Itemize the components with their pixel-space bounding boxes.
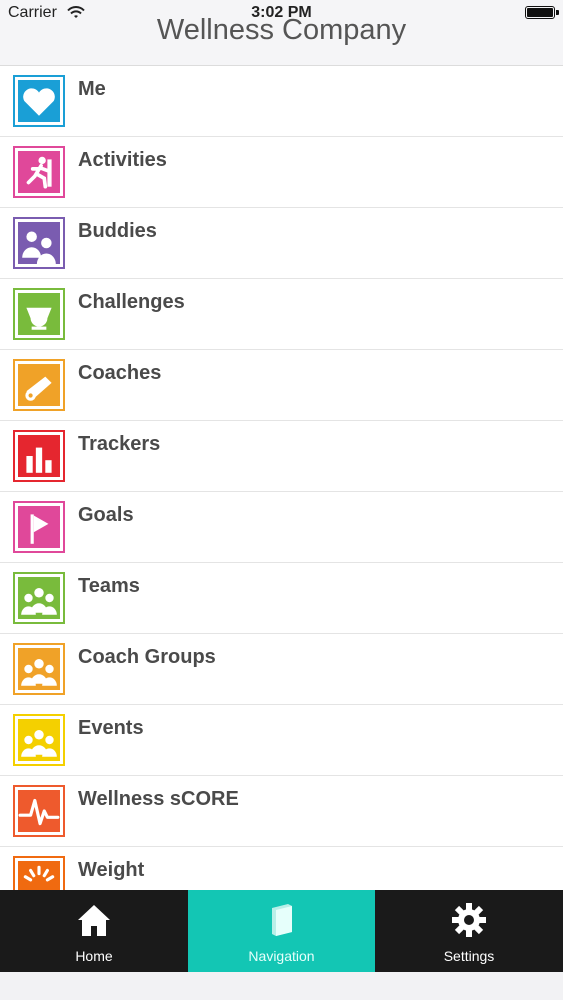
tab-navigation[interactable]: Navigation: [188, 890, 375, 972]
scale-icon: [13, 856, 65, 890]
tab-label: Navigation: [248, 948, 315, 964]
navigation-menu: Me Activities Buddies Challenges Coaches…: [0, 66, 563, 890]
menu-item-label: Goals: [78, 504, 134, 526]
menu-item-me[interactable]: Me: [0, 66, 563, 137]
menu-item-activities[interactable]: Activities: [0, 137, 563, 208]
event-group-icon: [13, 714, 65, 766]
whistle-icon: [13, 359, 65, 411]
tab-label: Home: [75, 948, 113, 964]
menu-item-label: Trackers: [78, 433, 161, 455]
pulse-icon: [13, 785, 65, 837]
flag-icon: [13, 501, 65, 553]
gear-icon: [449, 900, 489, 940]
group-icon: [13, 643, 65, 695]
menu-item-trackers[interactable]: Trackers: [0, 421, 563, 492]
menu-item-label: Wellness sCORE: [78, 788, 239, 810]
menu-item-label: Events: [78, 717, 144, 739]
menu-item-coaches[interactable]: Coaches: [0, 350, 563, 421]
menu-item-label: Buddies: [78, 220, 157, 242]
menu-item-wellness-score[interactable]: Wellness sCORE: [0, 776, 563, 847]
menu-item-label: Me: [78, 78, 106, 100]
tab-bar: Home Navigation Settings: [0, 890, 563, 972]
menu-item-events[interactable]: Events: [0, 705, 563, 776]
menu-item-buddies[interactable]: Buddies: [0, 208, 563, 279]
tab-settings[interactable]: Settings: [375, 890, 563, 972]
bar-chart-icon: [13, 430, 65, 482]
menu-item-goals[interactable]: Goals: [0, 492, 563, 563]
menu-item-label: Activities: [78, 149, 167, 171]
page-title: Wellness Company: [156, 14, 407, 46]
runner-icon: [13, 146, 65, 198]
menu-item-label: Coach Groups: [78, 646, 216, 668]
menu-item-label: Teams: [78, 575, 140, 597]
menu-item-label: Coaches: [78, 362, 162, 384]
book-icon: [262, 900, 302, 940]
team-icon: [13, 572, 65, 624]
menu-item-label: Weight: [78, 859, 145, 881]
heart-icon: [13, 75, 65, 127]
bottom-strip: [0, 972, 563, 1000]
menu-item-coach-groups[interactable]: Coach Groups: [0, 634, 563, 705]
tab-home[interactable]: Home: [0, 890, 188, 972]
home-icon: [74, 900, 114, 940]
menu-item-teams[interactable]: Teams: [0, 563, 563, 634]
menu-item-challenges[interactable]: Challenges: [0, 279, 563, 350]
buddies-icon: [13, 217, 65, 269]
menu-item-weight[interactable]: Weight: [0, 847, 563, 890]
tab-label: Settings: [443, 948, 495, 964]
trophy-icon: [13, 288, 65, 340]
menu-item-label: Challenges: [78, 291, 185, 313]
